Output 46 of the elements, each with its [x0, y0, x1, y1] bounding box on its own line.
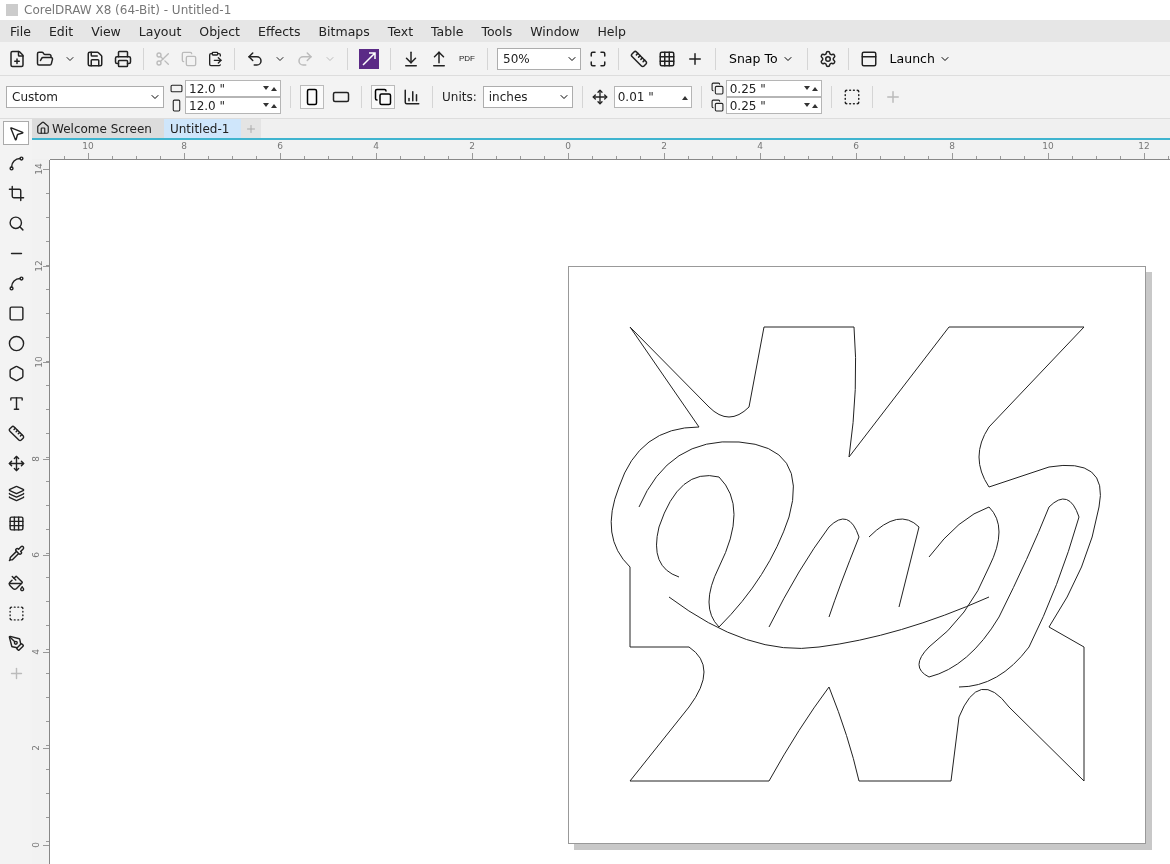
- ruler-label: 6: [30, 552, 41, 558]
- document-tab[interactable]: Untitled-1: [163, 119, 242, 138]
- window-title: CorelDRAW X8 (64-Bit) - Untitled-1: [24, 3, 232, 17]
- duplicate-y-field[interactable]: 0.25 ": [725, 97, 822, 114]
- menu-item[interactable]: Tools: [473, 23, 523, 39]
- width-field[interactable]: 12.0 ": [185, 80, 281, 97]
- ruler-label: 12: [33, 259, 44, 272]
- pdf-button[interactable]: PDF: [456, 54, 478, 63]
- menu-item[interactable]: File: [2, 23, 41, 39]
- menu-item[interactable]: Help: [589, 23, 636, 39]
- menu-item[interactable]: View: [83, 23, 131, 39]
- ruler-label: 10: [1042, 141, 1054, 151]
- ruler-label: 2: [661, 141, 667, 151]
- ruler-label: 2: [30, 745, 41, 751]
- ruler-label: 4: [757, 141, 763, 151]
- nudge-field[interactable]: 0.01 ": [613, 86, 692, 108]
- height-field[interactable]: 12.0 ": [185, 97, 281, 114]
- launch-button[interactable]: Launch: [885, 51, 955, 66]
- menu-item[interactable]: Bitmaps: [310, 23, 380, 39]
- units-label: Units:: [442, 90, 477, 104]
- ruler-label: 8: [30, 455, 41, 462]
- ruler-label: 2: [469, 141, 475, 151]
- ruler-label: 4: [373, 141, 379, 151]
- menu-item[interactable]: Effects: [250, 23, 311, 39]
- ruler-label: 8: [181, 141, 187, 151]
- menu-item[interactable]: Window: [522, 23, 590, 39]
- menu-item[interactable]: Layout: [130, 23, 192, 39]
- units-dropdown[interactable]: inches: [482, 86, 573, 108]
- ruler-label: 6: [277, 141, 283, 151]
- menu-item[interactable]: Object: [191, 23, 251, 39]
- menu-item[interactable]: Table: [423, 23, 474, 39]
- ruler-label: 4: [30, 648, 41, 655]
- ruler-label: 8: [949, 141, 955, 151]
- ruler-label: 12: [1138, 141, 1150, 151]
- snap-to-button[interactable]: Snap To: [725, 51, 798, 66]
- ruler-label: 6: [853, 141, 859, 151]
- duplicate-x-field[interactable]: 0.25 ": [725, 80, 822, 97]
- ruler-label: 0: [565, 141, 571, 151]
- ruler-label: 10: [33, 356, 44, 368]
- page-size-dropdown[interactable]: Custom: [6, 86, 164, 108]
- zoom-dropdown[interactable]: 50%: [497, 47, 581, 70]
- menu-item[interactable]: Text: [379, 23, 424, 39]
- ruler-label: 14: [33, 163, 44, 175]
- ruler-label: 0: [30, 841, 41, 848]
- ruler-label: 10: [82, 141, 94, 151]
- menu-item[interactable]: Edit: [40, 23, 84, 39]
